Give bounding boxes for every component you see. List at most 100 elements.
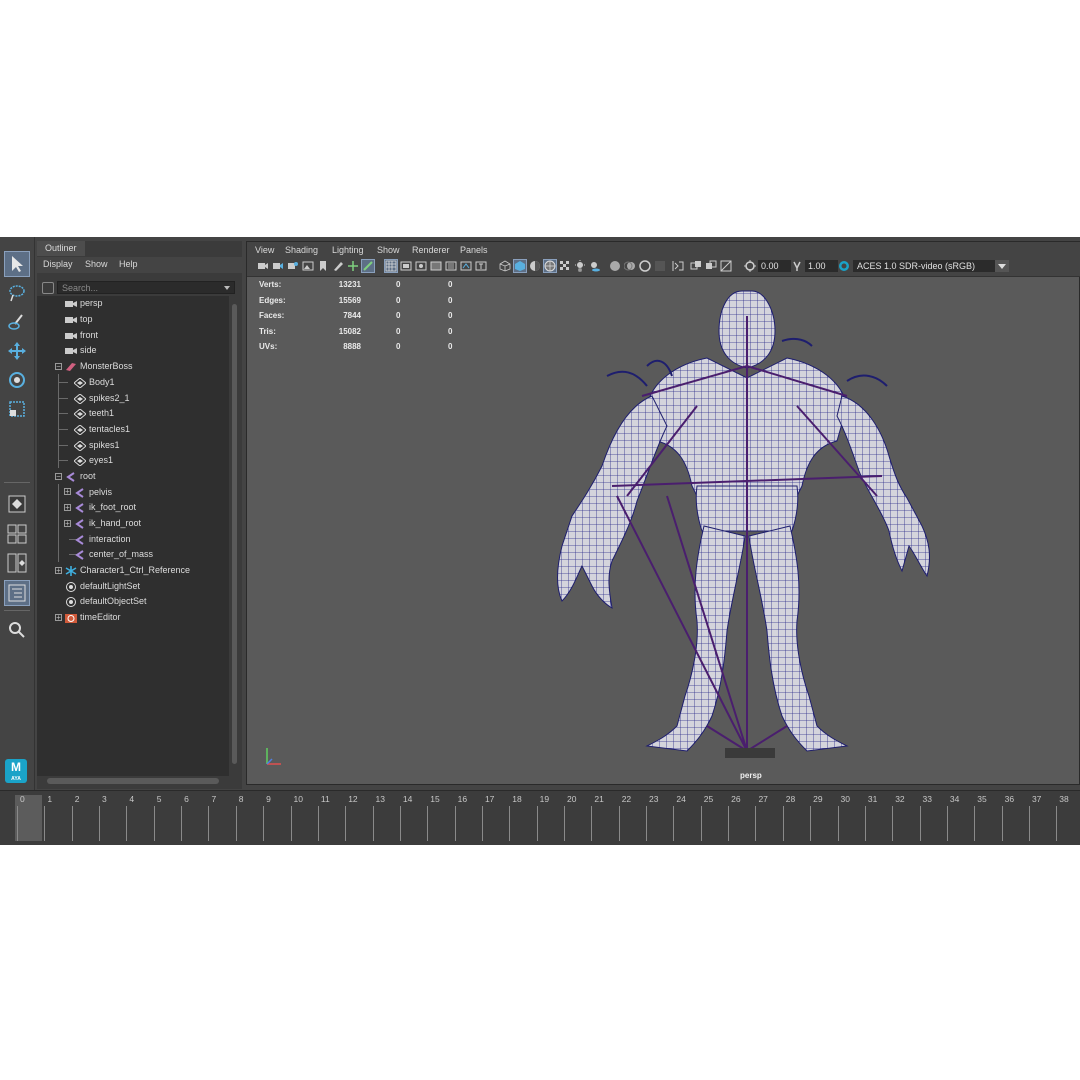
screen-space-ao-icon[interactable] [609, 260, 621, 272]
outliner-search-input[interactable]: Search... [57, 281, 235, 294]
default-material-icon[interactable] [529, 260, 541, 272]
outliner-layout-icon[interactable] [4, 580, 30, 606]
four-pane-layout-icon[interactable] [4, 521, 30, 547]
list-item[interactable]: top [65, 312, 93, 327]
list-item[interactable]: side [65, 343, 97, 358]
expand-icon[interactable]: + [64, 504, 71, 512]
x-ray-icon[interactable] [690, 260, 702, 272]
grease-pencil-icon[interactable] [332, 260, 344, 272]
viewport-menu-panels[interactable]: Panels [460, 245, 488, 255]
expand-icon[interactable]: + [64, 488, 71, 496]
filter-icon[interactable] [42, 282, 54, 294]
lasso-tool-icon[interactable] [4, 280, 30, 306]
frame-number: 4 [129, 794, 135, 804]
2d-pan-zoom-icon[interactable] [347, 260, 359, 272]
expand-icon[interactable]: + [55, 614, 62, 622]
outliner-tab[interactable]: Outliner [37, 241, 85, 256]
x-ray-joints-icon[interactable] [705, 260, 717, 272]
list-item[interactable]: eyes1 [74, 453, 113, 468]
expand-icon[interactable]: + [55, 567, 62, 575]
camera-attributes-icon[interactable] [272, 260, 284, 272]
field-chart-icon[interactable] [445, 260, 457, 272]
list-item[interactable]: Body1 [74, 375, 115, 390]
collapse-icon[interactable]: − [55, 363, 62, 371]
grease-pencil-active-icon[interactable] [361, 259, 375, 273]
safe-title-icon[interactable] [475, 260, 487, 272]
list-item[interactable]: tentacles1 [74, 422, 130, 437]
scroll-thumb[interactable] [232, 304, 237, 764]
list-item[interactable]: pelvis [74, 485, 112, 500]
depth-of-field-icon[interactable] [654, 260, 666, 272]
wireframe-icon[interactable] [499, 260, 511, 272]
frame-tick [536, 806, 538, 841]
motion-blur-icon[interactable] [624, 260, 636, 272]
outliner-horizontal-scrollbar[interactable] [47, 777, 230, 785]
single-pane-layout-icon[interactable] [4, 491, 30, 517]
list-item[interactable]: ik_hand_root [74, 516, 141, 531]
exposure-field[interactable]: 0.00 [758, 260, 791, 272]
frame-tick [919, 806, 921, 841]
rotate-tool-icon[interactable] [4, 367, 30, 393]
gamma-field[interactable]: 1.00 [805, 260, 838, 272]
search-icon[interactable] [4, 617, 30, 643]
list-item[interactable]: defaultLightSet [65, 579, 140, 594]
list-item[interactable]: root [65, 469, 96, 484]
viewport-menu-show[interactable]: Show [377, 245, 400, 255]
outliner-vertical-scrollbar[interactable] [230, 296, 240, 776]
textured-icon[interactable] [559, 260, 571, 272]
viewport-menu-lighting[interactable]: Lighting [332, 245, 364, 255]
frame-number: 33 [922, 794, 933, 804]
scale-tool-icon[interactable] [4, 396, 30, 422]
list-item[interactable]: spikes2_1 [74, 391, 130, 406]
list-item[interactable]: ik_foot_root [74, 500, 136, 515]
chevron-down-icon[interactable] [224, 286, 230, 290]
exposure-icon[interactable] [744, 260, 756, 272]
list-item[interactable]: interaction [74, 532, 131, 547]
resolution-gate-icon[interactable] [415, 260, 427, 272]
camera-bookmark-icon[interactable] [287, 260, 299, 272]
backface-culling-icon[interactable] [720, 260, 732, 272]
outliner-menu-show[interactable]: Show [85, 259, 108, 269]
list-item[interactable]: MonsterBoss [65, 359, 133, 374]
bookmark-icon[interactable] [317, 260, 329, 272]
move-tool-icon[interactable] [4, 338, 30, 364]
viewport-menu-view[interactable]: View [255, 245, 274, 255]
expand-icon[interactable]: + [64, 520, 71, 528]
list-item[interactable]: defaultObjectSet [65, 594, 147, 609]
gate-mask-icon[interactable] [430, 260, 442, 272]
film-gate-icon[interactable] [400, 260, 412, 272]
gamma-icon[interactable] [791, 260, 803, 272]
color-management-icon[interactable] [838, 260, 850, 272]
viewport-menu-shading[interactable]: Shading [285, 245, 318, 255]
isolate-select-icon[interactable] [672, 260, 684, 272]
select-tool-icon[interactable] [4, 251, 30, 277]
outliner-menu-help[interactable]: Help [119, 259, 138, 269]
time-slider[interactable]: 0 1 2 3 4 5 6 7 8 9 10 11 12 13 14 15 16 17 18 19 20 21 22 23 24… [0, 790, 1080, 845]
list-item[interactable]: teeth1 [74, 406, 114, 421]
shadows-icon[interactable] [589, 260, 601, 272]
viewport-menu-renderer[interactable]: Renderer [412, 245, 450, 255]
list-item[interactable]: persp [65, 296, 103, 311]
list-item[interactable]: timeEditor [65, 610, 121, 625]
image-plane-icon[interactable] [302, 260, 314, 272]
chevron-down-icon[interactable] [995, 260, 1009, 272]
wireframe-on-shaded-icon[interactable] [543, 259, 557, 273]
smooth-shade-icon[interactable] [513, 259, 527, 273]
viewport-panel[interactable]: View Shading Lighting Show Renderer Pane… [246, 241, 1080, 785]
monster-wireframe-model[interactable] [547, 286, 947, 776]
paint-select-tool-icon[interactable] [4, 309, 30, 335]
camera-select-icon[interactable] [257, 260, 269, 272]
list-item[interactable]: Character1_Ctrl_Reference [65, 563, 190, 578]
grid-icon[interactable] [384, 259, 398, 273]
safe-action-icon[interactable] [460, 260, 472, 272]
collapse-icon[interactable]: − [55, 473, 62, 481]
anti-aliasing-icon[interactable] [639, 260, 651, 272]
list-item[interactable]: spikes1 [74, 438, 120, 453]
list-item[interactable]: front [65, 328, 98, 343]
use-all-lights-icon[interactable] [574, 260, 586, 272]
list-item[interactable]: center_of_mass [74, 547, 153, 562]
color-space-select[interactable]: ACES 1.0 SDR-video (sRGB) [853, 260, 1005, 272]
outliner-menu-display[interactable]: Display [43, 259, 73, 269]
scroll-thumb[interactable] [47, 778, 219, 784]
two-pane-layout-icon[interactable] [4, 550, 30, 576]
